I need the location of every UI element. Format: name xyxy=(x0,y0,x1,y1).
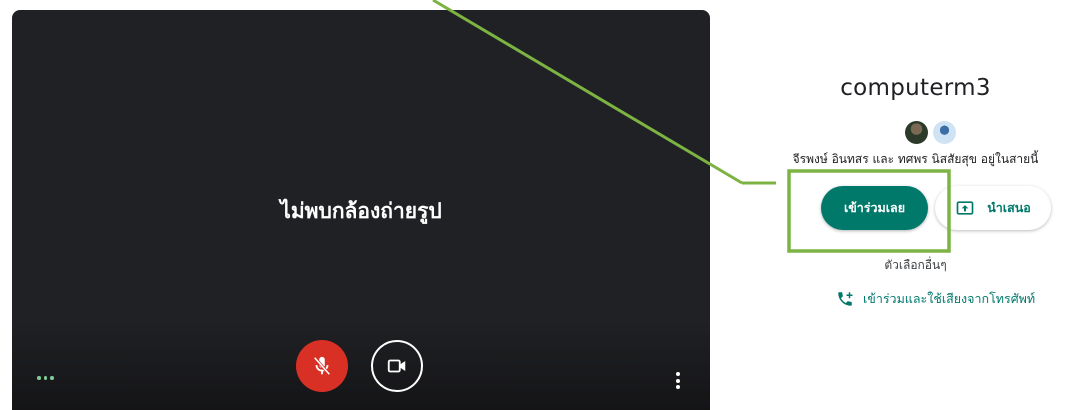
present-screen-icon xyxy=(956,201,974,215)
participant-avatars xyxy=(905,121,956,144)
phone-join-label: เข้าร่วมและใช้เสียงจากโทรศัพท์ xyxy=(863,291,1036,306)
more-vert-icon[interactable] xyxy=(676,372,680,389)
present-button[interactable]: นำเสนอ xyxy=(935,186,1051,230)
phone-add-icon xyxy=(838,292,853,306)
join-now-label: เข้าร่วมเลย xyxy=(843,200,906,215)
present-label: นำเสนอ xyxy=(987,200,1031,215)
avatar xyxy=(933,121,956,144)
avatar xyxy=(905,121,928,144)
preview-gradient xyxy=(12,320,710,410)
participants-text: จีรพงษ์ อินทสร และ ทศพร นิสสัยสุข อยู่ใน… xyxy=(792,152,1039,166)
no-camera-message: ไม่พบกล้องถ่ายรูป xyxy=(280,199,442,223)
phone-join-link[interactable]: เข้าร่วมและใช้เสียงจากโทรศัพท์ xyxy=(836,289,1035,309)
meeting-title: computerm3 xyxy=(840,75,991,101)
camera-toggle-button[interactable] xyxy=(371,340,423,392)
mic-off-icon xyxy=(313,356,331,376)
other-options-label: ตัวเลือกอื่นๆ xyxy=(884,258,947,272)
more-horiz-icon[interactable] xyxy=(37,376,54,380)
mic-toggle-button[interactable] xyxy=(296,340,348,392)
camera-preview: ไม่พบกล้องถ่ายรูป xyxy=(12,10,710,410)
join-panel: computerm3 จีรพงษ์ อินทสร และ ทศพร นิสสั… xyxy=(760,0,1071,400)
videocam-icon xyxy=(387,359,406,373)
join-now-button[interactable]: เข้าร่วมเลย xyxy=(821,186,928,230)
